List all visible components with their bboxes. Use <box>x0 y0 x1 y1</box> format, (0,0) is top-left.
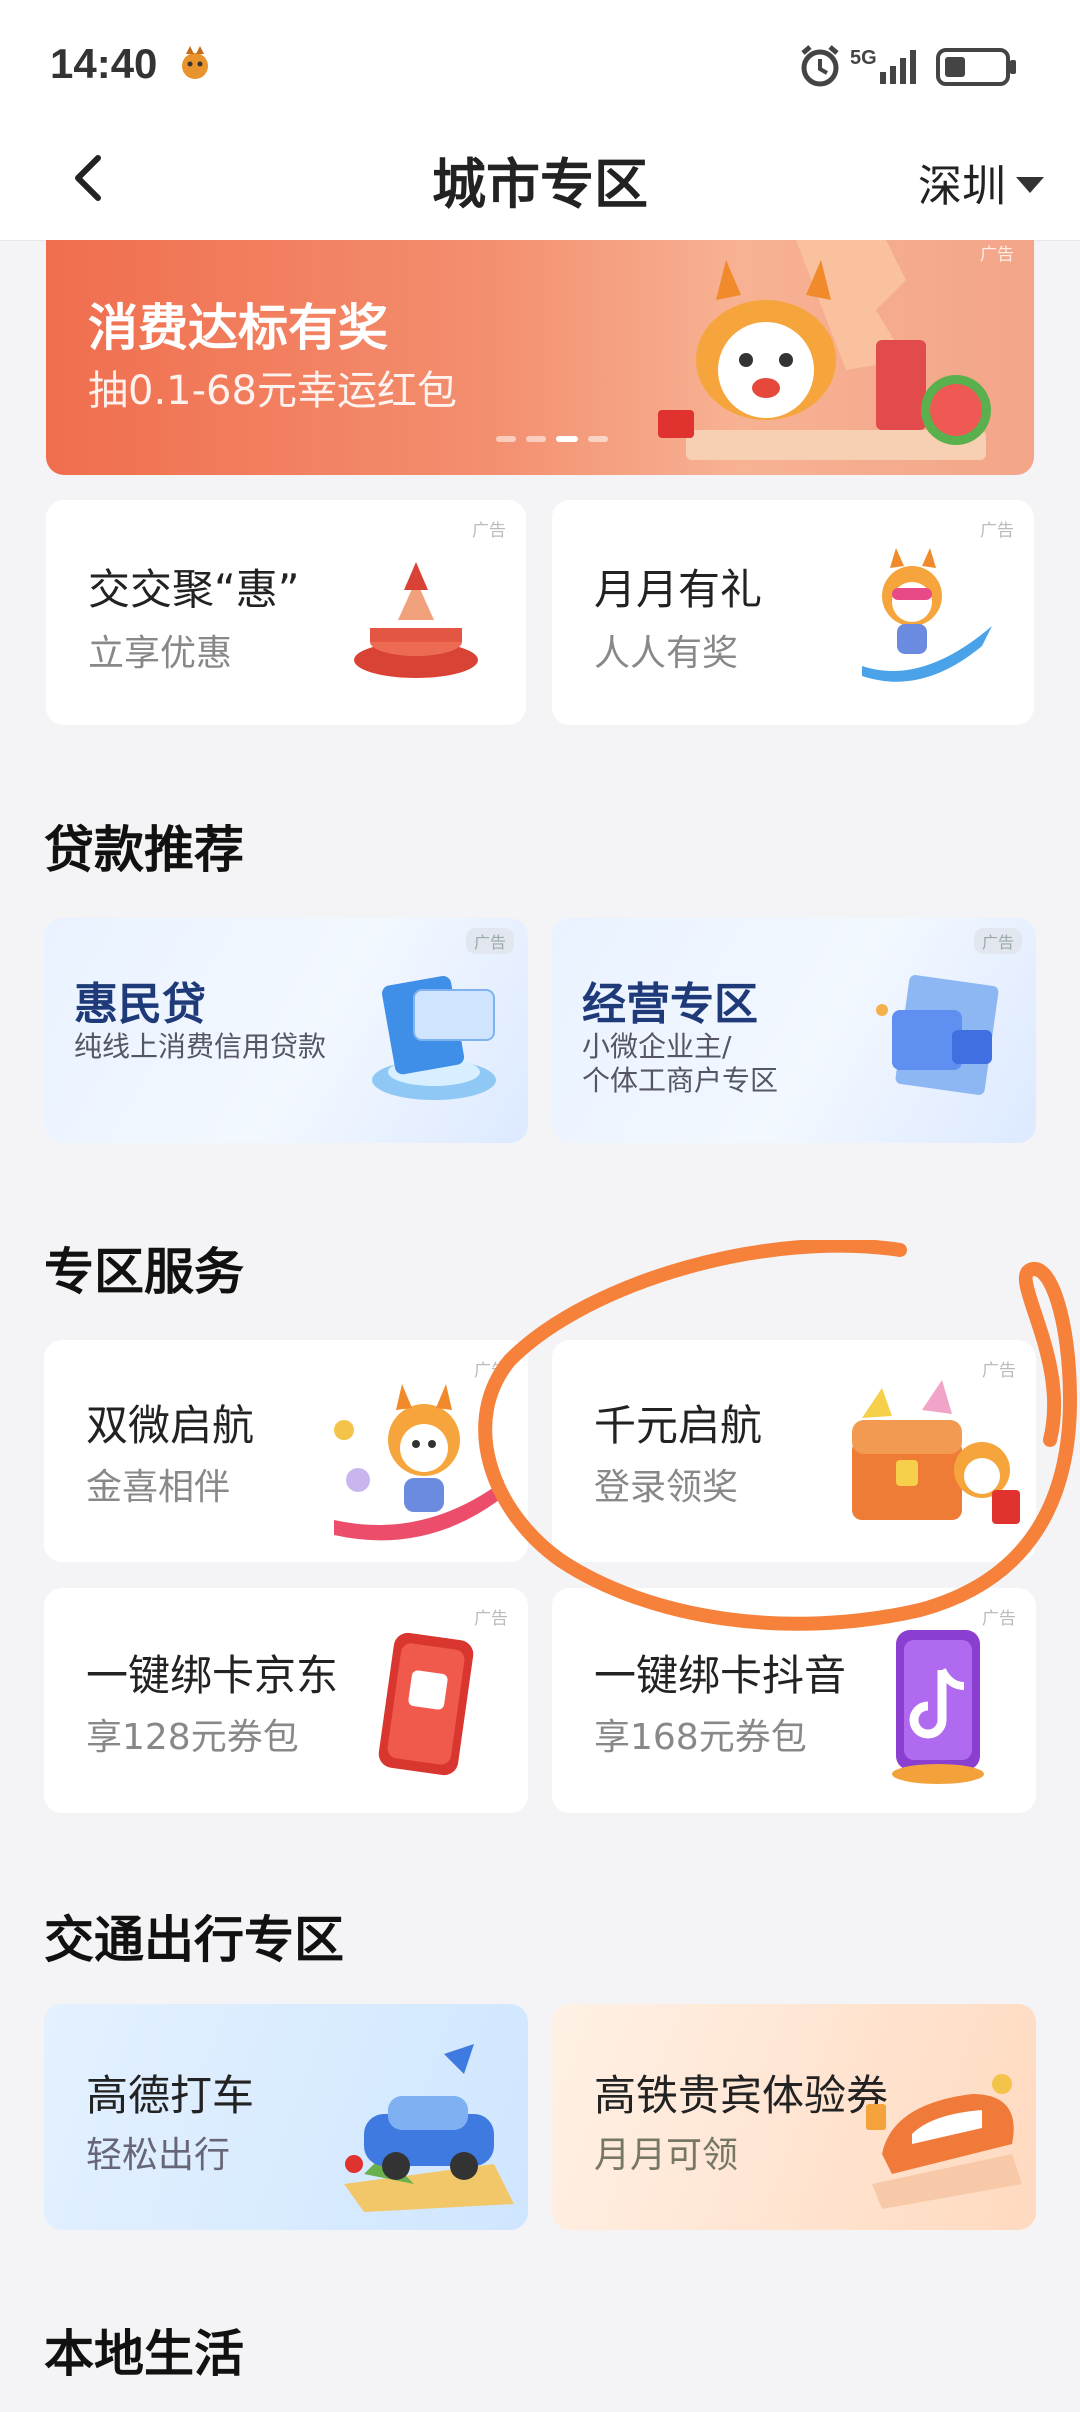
tiger-app-icon <box>182 46 208 79</box>
promo-card-yueyueyouli[interactable]: 月月有礼 人人有奖 广告 <box>552 500 1034 725</box>
card-title: 经营专区 <box>582 979 758 1030</box>
gift-podium-icon <box>354 562 478 678</box>
transport-card-train[interactable]: 高铁贵宾体验券 月月可领 <box>552 2004 1036 2230</box>
card-subtitle: 轻松出行 <box>86 2135 231 2176</box>
card-subtitle: 人人有奖 <box>594 633 739 674</box>
ad-tag: 广告 <box>472 521 506 541</box>
mascot-drinks-illustration <box>658 240 991 460</box>
document-folder-icon <box>876 975 999 1095</box>
promo-card-jiaojiaojuhui[interactable]: 交交聚“惠” 立享优惠 广告 <box>46 500 526 725</box>
loan-card-huimindai[interactable]: 惠民贷 纯线上消费信用贷款 广告 <box>44 918 528 1143</box>
train-icon <box>866 2074 1022 2209</box>
card-subtitle: 月月可领 <box>594 2135 739 2176</box>
section-title-transport: 交通出行专区 <box>44 1911 344 1969</box>
transport-card-gaode[interactable]: 高德打车 轻松出行 <box>44 2004 528 2230</box>
card-title: 双微启航 <box>86 1401 255 1450</box>
phone-jd-icon <box>378 1632 474 1776</box>
banner-title: 消费达标有奖 <box>88 299 388 357</box>
service-card-shuangwei[interactable]: 双微启航 金喜相伴 广告 <box>44 1340 528 1562</box>
loan-card-jingyingzhuanqu[interactable]: 经营专区 小微企业主/ 个体工商户专区 广告 <box>552 918 1036 1143</box>
card-subtitle: 小微企业主/ 个体工商户专区 <box>582 1030 778 1098</box>
ad-tag: 广告 <box>465 928 514 954</box>
card-title: 高铁贵宾体验券 <box>594 2071 889 2120</box>
city-selector[interactable]: 深圳 <box>918 150 1044 214</box>
card-subtitle: 享128元券包 <box>86 1717 299 1758</box>
card-subtitle: 享168元券包 <box>594 1717 807 1758</box>
city-label: 深圳 <box>918 161 1006 212</box>
ad-tag: 广告 <box>973 928 1022 954</box>
status-icons: 5G <box>794 42 1034 92</box>
network-5g-label: 5G <box>850 47 877 69</box>
card-title: 交交聚“惠” <box>88 565 300 614</box>
card-subtitle: 立享优惠 <box>88 633 233 674</box>
section-title-local: 本地生活 <box>44 2325 244 2383</box>
annotation-circle <box>478 1240 1078 1631</box>
mascot-surfing-icon <box>862 548 992 682</box>
card-subtitle-line2: 个体工商户专区 <box>582 1064 779 1097</box>
car-map-icon <box>344 2044 514 2212</box>
promo-banner[interactable]: 消费达标有奖 抽0.1-68元幸运红包 广告 <box>46 240 1034 475</box>
battery-icon <box>936 48 1016 86</box>
status-time: 14:40 <box>50 40 158 87</box>
card-title: 月月有礼 <box>594 565 763 614</box>
card-subtitle: 金喜相伴 <box>86 1467 231 1508</box>
section-title-loan: 贷款推荐 <box>44 821 244 879</box>
cards-stack-icon <box>372 976 496 1100</box>
alarm-icon <box>801 45 839 87</box>
card-title: 高德打车 <box>86 2071 255 2120</box>
chevron-down-icon <box>1016 177 1044 193</box>
card-title: 惠民贷 <box>74 979 206 1030</box>
signal-icon <box>880 50 916 84</box>
carousel-dots <box>496 436 608 442</box>
card-subtitle: 纯线上消费信用贷款 <box>74 1030 327 1063</box>
section-title-service: 专区服务 <box>44 1243 244 1301</box>
banner-subtitle: 抽0.1-68元幸运红包 <box>88 368 457 414</box>
card-title: 一键绑卡京东 <box>86 1651 339 1700</box>
card-subtitle-line1: 小微企业主/ <box>582 1030 732 1063</box>
service-card-bind-jd[interactable]: 一键绑卡京东 享128元券包 广告 <box>44 1588 528 1813</box>
